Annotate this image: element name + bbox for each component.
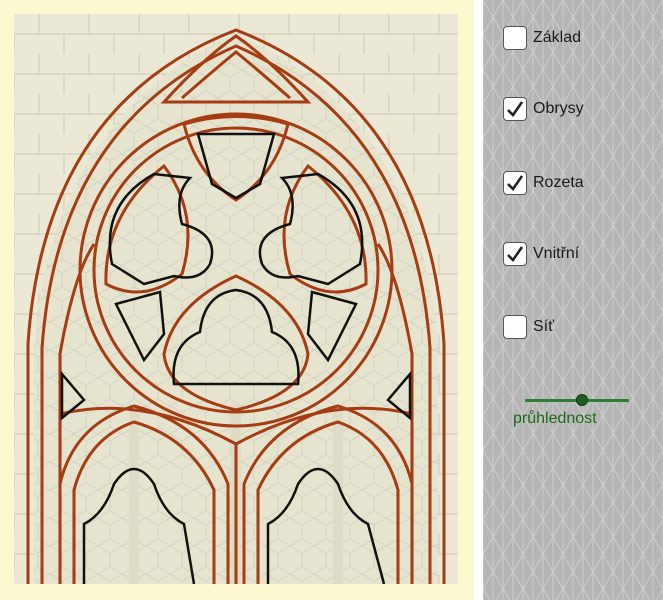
checkbox-vnitrni[interactable]: Vnitřní	[503, 240, 579, 268]
slider-thumb[interactable]	[576, 394, 589, 406]
gothic-window-tracery	[14, 14, 458, 584]
checkbox-vnitrni-label: Vnitřní	[533, 245, 580, 262]
slider-label: průhlednost	[513, 410, 597, 427]
panel-divider	[474, 0, 483, 600]
transparency-slider[interactable]	[525, 392, 633, 410]
check-mark-icon	[507, 246, 524, 263]
checkbox-sit-label: Síť	[533, 318, 555, 335]
isometric-grid	[483, 0, 663, 600]
drawing-canvas[interactable]	[0, 0, 474, 600]
check-mark-icon	[507, 101, 524, 118]
checkbox-zaklad[interactable]: Základ	[503, 24, 581, 52]
controls-panel: Základ Obrysy Rozeta Vnitřní Síť průhled…	[483, 0, 663, 600]
checkbox-zaklad-label: Základ	[533, 29, 582, 46]
checkbox-sit-box[interactable]	[503, 315, 527, 339]
checkbox-rozeta-box[interactable]	[503, 171, 527, 195]
checkbox-rozeta[interactable]: Rozeta	[503, 169, 584, 197]
checkbox-obrysy-label: Obrysy	[533, 100, 584, 117]
checkbox-obrysy-box[interactable]	[503, 97, 527, 121]
checkbox-rozeta-label: Rozeta	[533, 174, 584, 191]
checkbox-zaklad-box[interactable]	[503, 26, 527, 50]
checkbox-obrysy[interactable]: Obrysy	[503, 95, 584, 123]
check-mark-icon	[507, 175, 524, 192]
checkbox-sit[interactable]: Síť	[503, 313, 554, 341]
checkbox-vnitrni-box[interactable]	[503, 242, 527, 266]
